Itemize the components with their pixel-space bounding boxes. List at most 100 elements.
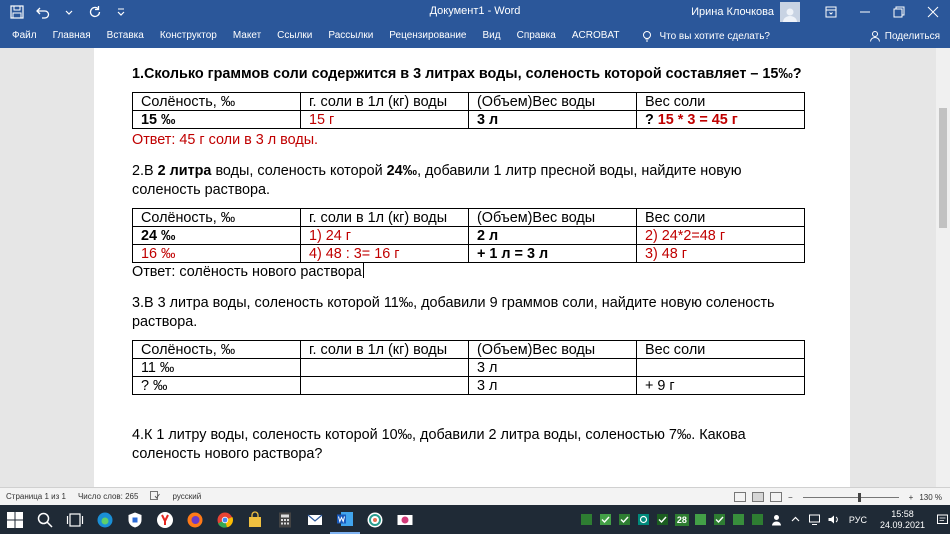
document-content[interactable]: 1.Сколько граммов соли содержится в 3 ли… [132, 65, 812, 464]
minimize-button[interactable] [848, 0, 882, 24]
table-cell[interactable]: 3) 48 г [636, 244, 805, 263]
tab-review[interactable]: Рецензирование [381, 24, 474, 48]
taskbar-chrome[interactable] [210, 505, 240, 534]
document-page[interactable]: 1.Сколько граммов соли содержится в 3 ли… [94, 48, 850, 487]
tab-design[interactable]: Конструктор [152, 24, 225, 48]
table-cell[interactable]: 2 л [468, 226, 637, 245]
web-layout-button[interactable] [769, 492, 782, 502]
tab-acrobat[interactable]: ACROBAT [564, 24, 628, 48]
tab-layout[interactable]: Макет [225, 24, 269, 48]
table-cell[interactable] [300, 358, 469, 377]
chevron-up-icon[interactable] [788, 512, 804, 528]
person-icon[interactable] [769, 512, 785, 528]
tray-app-icon[interactable] [655, 512, 671, 528]
table-2[interactable]: Солёность, ‰ г. соли в 1л (кг) воды (Объ… [132, 208, 805, 263]
share-button[interactable]: Поделиться [869, 24, 940, 48]
task-view-button[interactable] [60, 505, 90, 534]
tray-calendar-badge[interactable]: 28 [674, 512, 690, 528]
zoom-slider-knob[interactable] [858, 492, 862, 502]
tray-app-icon[interactable] [750, 512, 766, 528]
table-cell[interactable]: 15 г [300, 110, 469, 129]
customize-toolbar-button[interactable] [110, 2, 132, 22]
tray-app-icon[interactable] [731, 512, 747, 528]
table-cell[interactable]: Вес соли [636, 208, 805, 227]
tab-view[interactable]: Вид [475, 24, 509, 48]
table-cell[interactable]: 3 л [468, 358, 637, 377]
table-cell[interactable]: 11 ‰ [132, 358, 301, 377]
read-mode-button[interactable] [733, 492, 746, 502]
table-cell[interactable]: 2) 24*2=48 г [636, 226, 805, 245]
table-cell[interactable]: Солёность, ‰ [132, 208, 301, 227]
table-1[interactable]: Солёность, ‰ г. соли в 1л (кг) воды (Объ… [132, 92, 805, 129]
taskbar-word[interactable] [330, 505, 360, 534]
answer-1[interactable]: Ответ: 45 г соли в 3 л воды. [132, 131, 812, 150]
question-3[interactable]: 3.В 3 литра воды, соленость которой 11‰,… [132, 294, 812, 332]
table-cell[interactable]: г. соли в 1л (кг) воды [300, 92, 469, 111]
avatar[interactable] [780, 2, 800, 22]
table-cell[interactable]: г. соли в 1л (кг) воды [300, 340, 469, 359]
table-cell[interactable] [636, 358, 805, 377]
taskbar-store[interactable] [120, 505, 150, 534]
table-cell[interactable]: Вес соли [636, 340, 805, 359]
undo-button[interactable] [32, 2, 54, 22]
tab-file[interactable]: Файл [4, 24, 45, 48]
tray-app-icon[interactable] [579, 512, 595, 528]
taskbar-yandex[interactable] [150, 505, 180, 534]
page-count[interactable]: Страница 1 из 1 [0, 492, 72, 501]
table-cell[interactable]: (Объем)Вес воды [468, 92, 637, 111]
question-2[interactable]: 2.В 2 литра воды, соленость которой 24‰,… [132, 162, 812, 200]
language-indicator[interactable]: русский [166, 492, 207, 501]
proofing-icon[interactable] [144, 491, 166, 502]
word-count[interactable]: Число слов: 265 [72, 492, 144, 501]
undo-dropdown[interactable] [58, 2, 80, 22]
tray-app-icon[interactable] [693, 512, 709, 528]
tray-app-icon[interactable] [712, 512, 728, 528]
table-cell[interactable]: 24 ‰ [132, 226, 301, 245]
zoom-slider[interactable] [802, 492, 899, 502]
table-cell[interactable]: ? ‰ [132, 376, 301, 395]
table-cell[interactable]: ? 15 * 3 = 45 г [636, 110, 805, 129]
tab-help[interactable]: Справка [509, 24, 564, 48]
save-button[interactable] [6, 2, 28, 22]
table-cell[interactable]: Вес соли [636, 92, 805, 111]
table-cell[interactable]: 3 л [468, 110, 637, 129]
table-cell[interactable]: + 1 л = 3 л [468, 244, 637, 263]
network-icon[interactable] [807, 512, 823, 528]
restore-button[interactable] [882, 0, 916, 24]
clock[interactable]: 15:58 24.09.2021 [874, 509, 931, 531]
table-cell[interactable]: г. соли в 1л (кг) воды [300, 208, 469, 227]
keyboard-language[interactable]: РУС [845, 515, 871, 525]
table-cell[interactable]: 3 л [468, 376, 637, 395]
taskbar-shopping[interactable] [240, 505, 270, 534]
tab-references[interactable]: Ссылки [269, 24, 320, 48]
table-3[interactable]: Солёность, ‰ г. соли в 1л (кг) воды (Объ… [132, 340, 805, 395]
ribbon-display-button[interactable] [814, 0, 848, 24]
taskbar-edge[interactable] [90, 505, 120, 534]
question-1[interactable]: 1.Сколько граммов соли содержится в 3 ли… [132, 65, 812, 84]
question-4[interactable]: 4.К 1 литру воды, соленость которой 10‰,… [132, 426, 812, 464]
tray-app-icon[interactable] [636, 512, 652, 528]
taskbar-photos[interactable] [360, 505, 390, 534]
table-cell[interactable]: 1) 24 г [300, 226, 469, 245]
table-cell[interactable]: + 9 г [636, 376, 805, 395]
scrollbar-thumb[interactable] [939, 108, 947, 228]
search-button[interactable] [30, 505, 60, 534]
tray-app-icon[interactable] [598, 512, 614, 528]
taskbar-camera[interactable] [390, 505, 420, 534]
taskbar-calculator[interactable] [270, 505, 300, 534]
tray-app-icon[interactable] [617, 512, 633, 528]
tab-insert[interactable]: Вставка [99, 24, 152, 48]
table-cell[interactable]: Солёность, ‰ [132, 92, 301, 111]
tab-mailings[interactable]: Рассылки [320, 24, 381, 48]
table-cell[interactable]: 16 ‰ [132, 244, 301, 263]
user-name[interactable]: Ирина Клочкова [691, 6, 774, 18]
zoom-out-button[interactable]: − [788, 493, 793, 502]
table-cell[interactable]: (Объем)Вес воды [468, 208, 637, 227]
table-cell[interactable]: 4) 48 : 3= 16 г [300, 244, 469, 263]
table-cell[interactable]: Солёность, ‰ [132, 340, 301, 359]
notifications-icon[interactable] [934, 512, 950, 528]
tab-home[interactable]: Главная [45, 24, 99, 48]
tell-me-search[interactable]: Что вы хотите сделать? [627, 30, 770, 42]
print-layout-button[interactable] [751, 492, 764, 502]
start-button[interactable] [0, 505, 30, 534]
